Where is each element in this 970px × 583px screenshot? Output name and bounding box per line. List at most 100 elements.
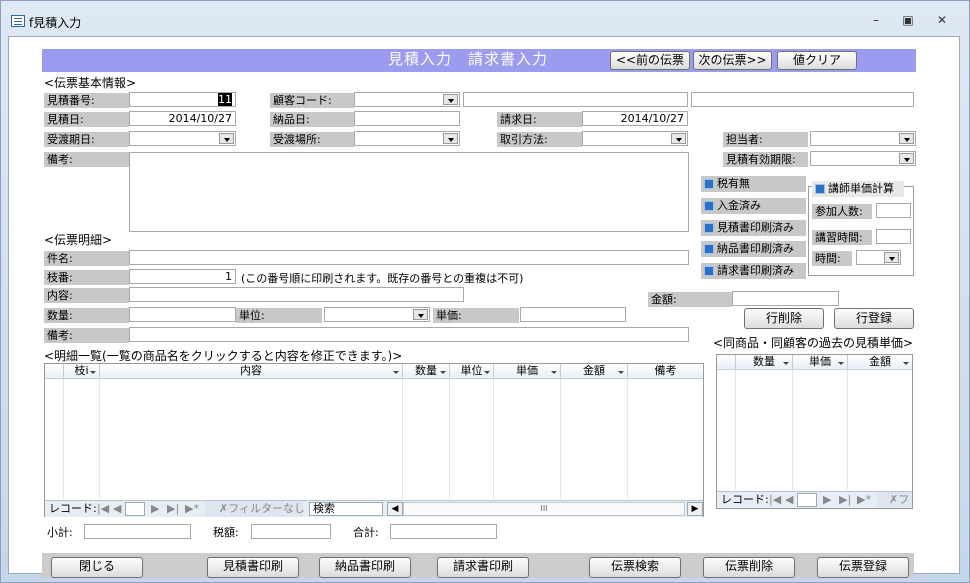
slip-delete-button[interactable]: 伝票削除	[703, 557, 795, 578]
delete-row-button[interactable]: 行削除	[744, 308, 824, 329]
chevron-down-icon[interactable]	[899, 153, 914, 164]
estimate-no-field[interactable]: 11	[129, 92, 236, 107]
scroll-left-icon[interactable]: ◀	[387, 502, 403, 516]
amount-field[interactable]	[732, 291, 839, 306]
checkbox-icon[interactable]	[704, 266, 714, 276]
chevron-down-icon[interactable]	[484, 371, 490, 374]
slip-register-button[interactable]: 伝票登録	[817, 557, 909, 578]
estimate-date-field[interactable]: 2014/10/27	[129, 111, 236, 126]
col-content[interactable]: 内容	[100, 364, 403, 379]
scroll-right-icon[interactable]: ▶	[687, 502, 703, 516]
select-all-cell[interactable]	[45, 364, 64, 379]
chevron-down-icon[interactable]	[903, 362, 909, 365]
chevron-down-icon[interactable]	[884, 252, 899, 263]
delivery-printed-checkbox[interactable]: 納品書印刷済み	[701, 241, 806, 257]
next-slip-button[interactable]: 次の伝票>>	[693, 51, 772, 70]
staff-combo[interactable]	[810, 131, 916, 146]
item-name-field[interactable]	[129, 250, 689, 265]
participants-field[interactable]	[876, 203, 911, 218]
close-button[interactable]: 閉じる	[51, 557, 143, 578]
tax-field[interactable]	[251, 524, 331, 539]
nav-prev-icon[interactable]: ◀	[113, 501, 121, 517]
record-number-input[interactable]	[125, 502, 145, 516]
chevron-down-icon[interactable]	[219, 133, 234, 144]
chevron-down-icon[interactable]	[838, 362, 844, 365]
lecture-hours-field[interactable]	[876, 229, 911, 244]
minimize-icon[interactable]: –	[865, 13, 887, 29]
invoice-printed-checkbox[interactable]: 請求書印刷済み	[701, 263, 806, 279]
detail-list-grid[interactable]: 枝i 内容 数量 単位 単価 金額 備考 レコード: |◀ ◀ ▶ ▶| ▶* …	[44, 363, 704, 517]
nav-last-icon[interactable]: ▶|	[167, 501, 179, 517]
chevron-down-icon[interactable]	[440, 371, 446, 374]
nav-new-icon[interactable]: ▶*	[185, 501, 199, 517]
chevron-down-icon[interactable]	[551, 371, 557, 374]
prev-slip-button[interactable]: <<前の伝票	[610, 51, 690, 70]
col-qty[interactable]: 数量	[403, 364, 450, 379]
nav-first-icon[interactable]: |◀	[97, 501, 109, 517]
handover-place-combo[interactable]	[354, 131, 460, 146]
col-unit[interactable]: 単位	[450, 364, 494, 379]
filter-toggle[interactable]: ✗フィルターなし	[205, 501, 305, 517]
estimate-printed-checkbox[interactable]: 見積書印刷済み	[701, 220, 806, 236]
chevron-down-icon[interactable]	[393, 371, 399, 374]
subtotal-field[interactable]	[84, 524, 191, 539]
payment-method-combo[interactable]	[582, 131, 688, 146]
hist-col-qty[interactable]: 数量	[736, 355, 793, 370]
invoice-date-field[interactable]: 2014/10/27	[582, 111, 688, 126]
close-icon[interactable]: ✕	[931, 13, 953, 29]
chevron-down-icon[interactable]	[618, 371, 624, 374]
horizontal-scrollbar[interactable]: III	[403, 502, 685, 516]
chevron-down-icon[interactable]	[443, 133, 458, 144]
lecturer-calc-checkbox[interactable]: 講師単価計算	[812, 181, 904, 197]
handover-date-combo[interactable]	[129, 131, 236, 146]
checkbox-icon[interactable]	[704, 244, 714, 254]
nav-last-icon[interactable]: ▶|	[839, 492, 851, 508]
maximize-icon[interactable]: ▣	[897, 13, 919, 29]
print-delivery-button[interactable]: 納品書印刷	[319, 557, 411, 578]
delivery-date-field[interactable]	[354, 111, 460, 126]
unit-price-field[interactable]	[520, 307, 626, 322]
list-search-input[interactable]: 検索	[309, 502, 383, 516]
col-amount[interactable]: 金額	[561, 364, 628, 379]
chevron-down-icon[interactable]	[671, 133, 686, 144]
validity-combo[interactable]	[810, 151, 916, 166]
chevron-down-icon[interactable]	[899, 133, 914, 144]
filter-toggle[interactable]: ✗フ	[877, 492, 912, 508]
clear-values-button[interactable]: 値クリア	[777, 51, 857, 70]
content-field[interactable]	[129, 287, 464, 302]
checkbox-icon[interactable]	[704, 201, 714, 211]
remarks-textarea[interactable]	[129, 152, 689, 232]
add-row-button[interactable]: 行登録	[834, 308, 914, 329]
col-remarks[interactable]: 備考	[628, 364, 703, 379]
print-invoice-button[interactable]: 請求書印刷	[437, 557, 529, 578]
detail-remarks-field[interactable]	[129, 327, 689, 342]
record-number-input[interactable]	[797, 493, 817, 507]
customer-extra-field[interactable]	[691, 92, 914, 107]
hist-col-price[interactable]: 単価	[793, 355, 848, 370]
nav-first-icon[interactable]: |◀	[769, 492, 781, 508]
quantity-field[interactable]	[129, 307, 236, 322]
print-estimate-button[interactable]: 見積書印刷	[207, 557, 299, 578]
chevron-down-icon[interactable]	[783, 362, 789, 365]
paid-checkbox[interactable]: 入金済み	[701, 198, 806, 214]
history-grid[interactable]: 数量 単価 金額 レコード: |◀ ◀ ▶ ▶| ▶* ✗フ	[716, 354, 913, 509]
checkbox-icon[interactable]	[704, 223, 714, 233]
checkbox-icon[interactable]	[815, 184, 825, 194]
nav-new-icon[interactable]: ▶*	[857, 492, 871, 508]
select-all-cell[interactable]	[717, 355, 736, 370]
branch-no-field[interactable]: 1	[129, 269, 236, 284]
chevron-down-icon[interactable]	[413, 309, 428, 320]
col-price[interactable]: 単価	[494, 364, 561, 379]
checkbox-icon[interactable]	[704, 179, 714, 189]
nav-prev-icon[interactable]: ◀	[785, 492, 793, 508]
chevron-down-icon[interactable]	[90, 371, 96, 374]
col-branch[interactable]: 枝i	[64, 364, 100, 379]
customer-name-field[interactable]	[463, 92, 688, 107]
total-field[interactable]	[390, 524, 497, 539]
time-combo[interactable]	[856, 250, 901, 265]
nav-next-icon[interactable]: ▶	[151, 501, 159, 517]
unit-combo[interactable]	[324, 307, 430, 322]
slip-search-button[interactable]: 伝票検索	[589, 557, 681, 578]
hist-col-amount[interactable]: 金額	[848, 355, 912, 370]
customer-code-combo[interactable]	[354, 92, 460, 107]
